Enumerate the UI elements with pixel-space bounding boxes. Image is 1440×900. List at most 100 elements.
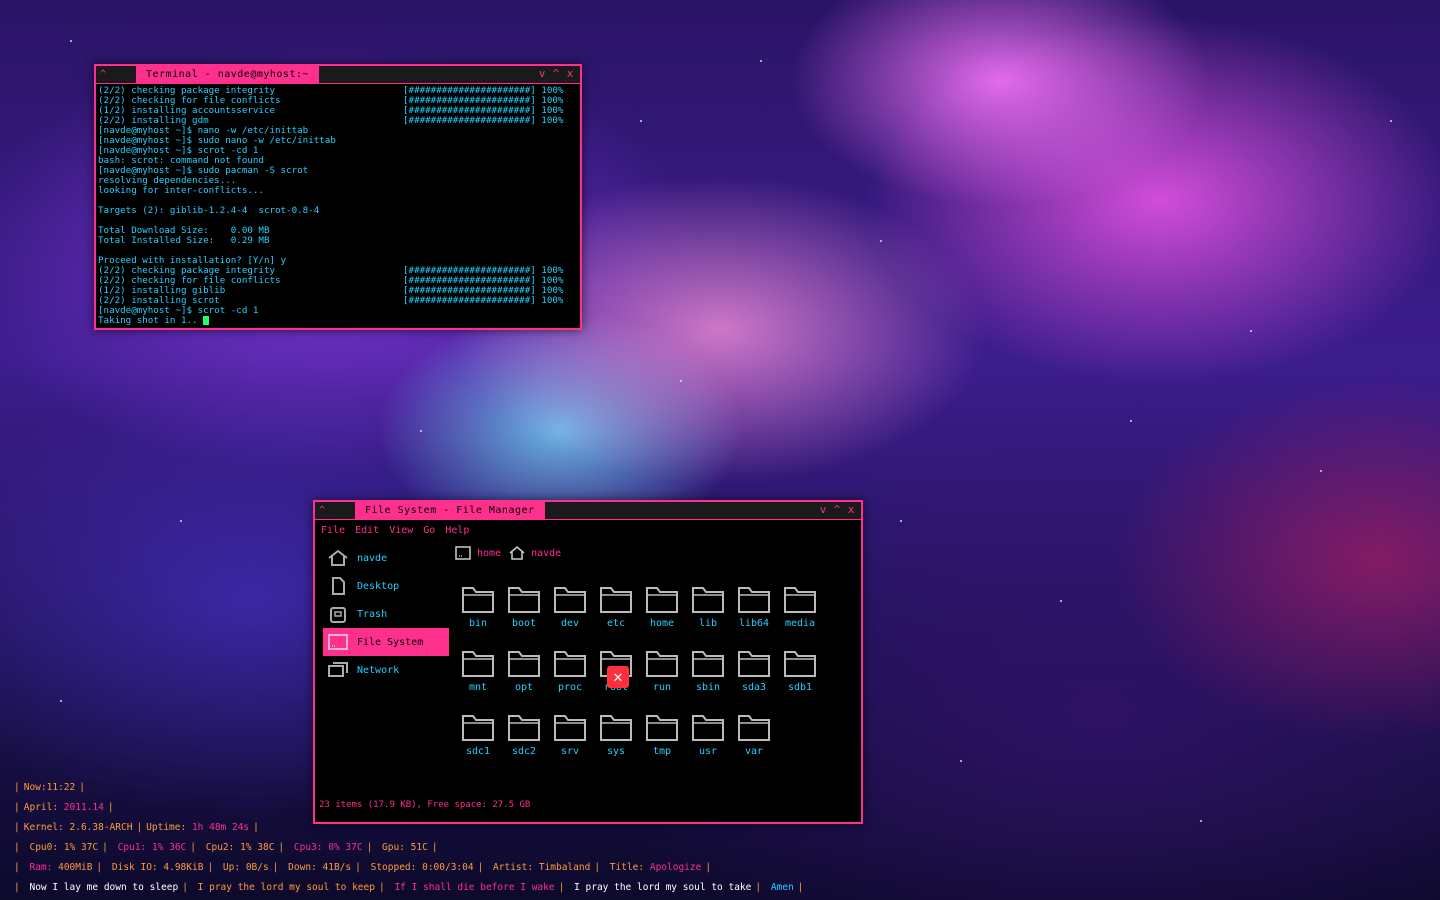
terminal-close-button[interactable]: x [564,67,576,81]
menu-edit[interactable]: Edit [355,525,379,536]
conky-lyric-5: Amen [770,882,794,893]
menu-help[interactable]: Help [445,525,469,536]
folder-item-etc[interactable]: etc [593,584,639,644]
conky-cpu1-value: 1% 36C [151,842,187,853]
folder-label: run [652,682,672,693]
folder-item-mnt[interactable]: mnt [455,648,501,708]
folder-label: sdc1 [465,746,491,757]
folder-icon [646,715,678,741]
folder-icon [462,715,494,741]
folder-item-root[interactable]: root✕ [593,648,639,708]
terminal-line: (2/2) checking for file conflicts [######… [98,96,578,106]
folder-item-sdc2[interactable]: sdc2 [501,712,547,772]
terminal-line: Total Installed Size: 0.29 MB [98,236,578,246]
terminal-line [98,246,578,256]
terminal-progress-bar: [######################] 100% [403,266,564,276]
folder-item-run[interactable]: run [639,648,685,708]
terminal-line: Proceed with installation? [Y/n] y [98,256,578,266]
folder-item-sdb1[interactable]: sdb1 [777,648,823,708]
folder-item-opt[interactable]: opt [501,648,547,708]
breadcrumb-home[interactable]: home [477,548,501,559]
terminal-line-text: (1/2) installing accountsservice [98,106,276,116]
terminal-line-text: Taking shot in 1.. [98,316,204,326]
terminal-line-text: (2/2) checking for file conflicts [98,276,281,286]
folder-icon [738,587,770,613]
folder-item-bin[interactable]: bin [455,584,501,644]
terminal-line: bash: scrot: command not found [98,156,578,166]
desktop-icon [332,577,345,595]
home-icon [328,549,348,566]
folder-item-proc[interactable]: proc [547,648,593,708]
folder-icon [462,651,494,677]
folder-item-boot[interactable]: boot [501,584,547,644]
sidebar-item-navde[interactable]: navde [323,544,449,572]
terminal-line-text: [navde@myhost ~]$ sudo pacman -S scrot [98,166,309,176]
sidebar-item-trash[interactable]: Trash [323,600,449,628]
terminal-line: [navde@myhost ~]$ sudo pacman -S scrot [98,166,578,176]
terminal-maximize-button[interactable]: ^ [550,67,562,81]
file-manager-close-button[interactable]: x [845,503,857,517]
menu-file[interactable]: File [321,525,345,536]
file-manager-menu-button[interactable]: ^ [315,505,355,516]
breadcrumb-root[interactable]: home [455,546,501,560]
terminal-line-text: (2/2) checking package integrity [98,86,276,96]
breadcrumb-user[interactable]: navde [509,546,561,560]
sidebar-item-network[interactable]: Network [323,656,449,684]
file-manager-minimize-button[interactable]: v [817,503,829,517]
terminal-progress-bar [403,226,578,236]
folder-label: proc [557,682,583,693]
folder-label: usr [698,746,718,757]
terminal-output[interactable]: (2/2) checking package integrity [#######… [96,84,580,328]
folder-item-home[interactable]: home [639,584,685,644]
conky-up-value: 0B/s [245,862,269,873]
folder-label: sdc2 [511,746,537,757]
terminal-line: [navde@myhost ~]$ scrot -cd 1 [98,146,578,156]
folder-icon [738,715,770,741]
folder-item-dev[interactable]: dev [547,584,593,644]
folder-item-lib64[interactable]: lib64 [731,584,777,644]
folder-item-srv[interactable]: srv [547,712,593,772]
conky-cpu1-label: Cpu1: [117,842,147,853]
menu-go[interactable]: Go [423,525,435,536]
folder-item-sys[interactable]: sys [593,712,639,772]
terminal-line: looking for inter-conflicts... [98,186,578,196]
terminal-menu-button[interactable]: ^ [96,69,136,80]
terminal-line-text: resolving dependencies... [98,176,237,186]
terminal-line-text: (2/2) checking for file conflicts [98,96,281,106]
conky-line-date: | April: 2011.14 | [14,802,114,813]
folder-item-tmp[interactable]: tmp [639,712,685,772]
terminal-line: (1/2) installing giblib [################… [98,286,578,296]
sidebar-item-file-system[interactable]: File System [323,628,449,656]
folder-item-media[interactable]: media [777,584,823,644]
terminal-minimize-button[interactable]: v [536,67,548,81]
file-manager-maximize-button[interactable]: ^ [831,503,843,517]
folder-icon [508,651,540,677]
folder-item-sbin[interactable]: sbin [685,648,731,708]
terminal-line: (1/2) installing accountsservice [#######… [98,106,578,116]
terminal-line [98,216,578,226]
terminal-window[interactable]: ^ Terminal - navde@myhost:~ v ^ x (2/2) … [94,64,582,330]
folder-item-usr[interactable]: usr [685,712,731,772]
terminal-line-text: Targets (2): giblib-1.2.4-4 scrot-0.8-4 [98,206,320,216]
conky-now-label: Now: [23,782,47,793]
conky-lyric-1: Now I lay me down to sleep [29,882,179,893]
folder-item-sda3[interactable]: sda3 [731,648,777,708]
folder-label: sbin [695,682,721,693]
file-manager-window[interactable]: ^ File System - File Manager v ^ x File … [313,500,863,824]
terminal-line-text: looking for inter-conflicts... [98,186,264,196]
sidebar-item-desktop[interactable]: Desktop [323,572,449,600]
file-manager-titlebar[interactable]: ^ File System - File Manager v ^ x [315,501,861,520]
folder-item-var[interactable]: var [731,712,777,772]
folder-item-sdc1[interactable]: sdc1 [455,712,501,772]
menu-view[interactable]: View [389,525,413,536]
terminal-progress-bar [403,126,578,136]
folder-item-lib[interactable]: lib [685,584,731,644]
home-icon [509,546,525,560]
conky-kernel-value: 2.6.38-ARCH [69,822,133,833]
breadcrumb-navde[interactable]: navde [531,548,561,559]
folder-label: tmp [652,746,672,757]
terminal-line [98,196,578,206]
folder-icon [692,715,724,741]
terminal-line-text: [navde@myhost ~]$ sudo nano -w /etc/init… [98,136,336,146]
terminal-titlebar[interactable]: ^ Terminal - navde@myhost:~ v ^ x [96,65,580,84]
